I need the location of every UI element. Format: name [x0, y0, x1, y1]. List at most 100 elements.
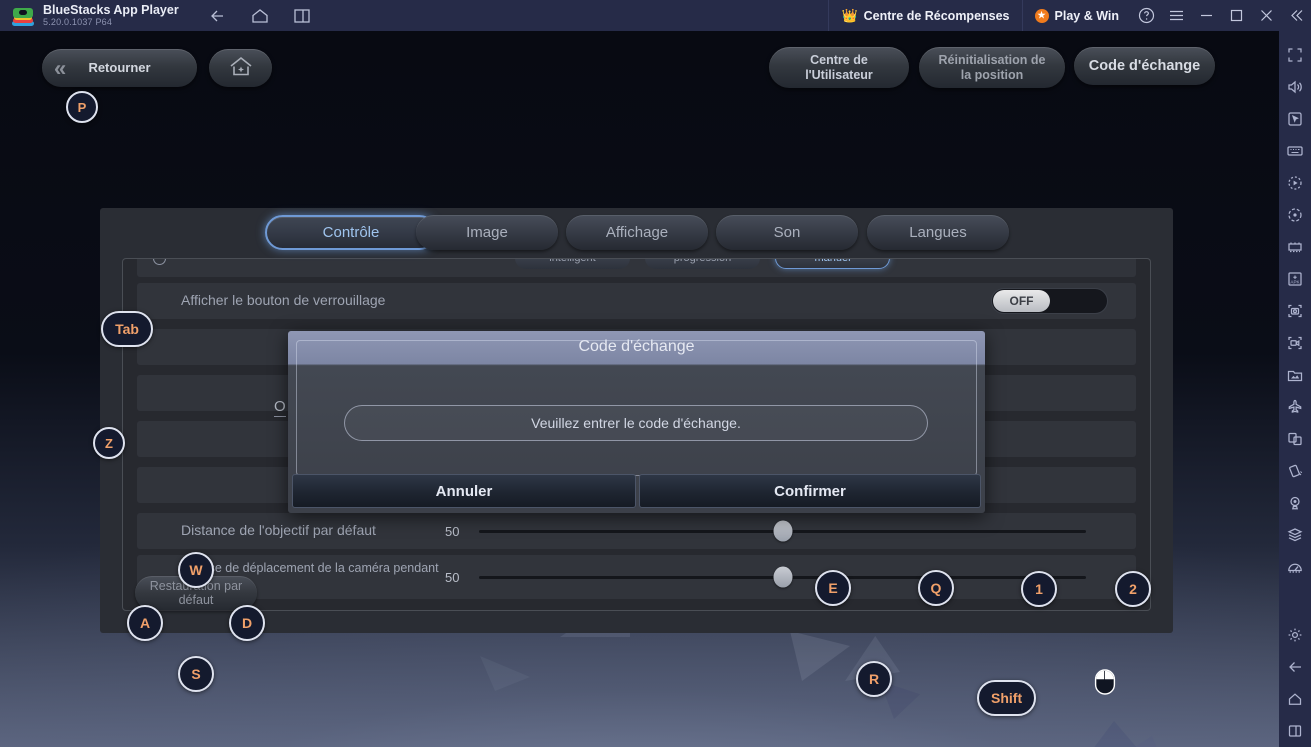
exploration-camera-speed-slider[interactable]: 50	[437, 566, 1092, 588]
fullscreen-icon[interactable]	[1279, 39, 1311, 71]
key-overlay-tab[interactable]: Tab	[101, 311, 153, 347]
collapse-icon[interactable]	[1281, 0, 1311, 31]
tab-image[interactable]: Image	[416, 215, 558, 250]
key-overlay-e[interactable]: E	[815, 570, 851, 606]
slider-track[interactable]	[479, 566, 1086, 588]
airplane-icon[interactable]	[1279, 391, 1311, 423]
default-objective-distance-slider[interactable]: 50	[437, 520, 1092, 542]
dialog-body: Veuillez entrer le code d'échange.	[296, 340, 977, 476]
record-video-icon[interactable]	[1279, 327, 1311, 359]
reset-position-label-line2: la position	[960, 67, 1024, 82]
chip-manuel[interactable]: manuel	[775, 259, 890, 269]
home-icon[interactable]	[249, 5, 271, 27]
decor-triangle	[1069, 721, 1150, 747]
rewards-center-label: Centre de Récompenses	[863, 8, 1010, 23]
star-badge-icon: ★	[1034, 8, 1049, 23]
slider-handle[interactable]	[773, 566, 792, 588]
setting-label-lock-button: Afficher le bouton de verrouillage	[181, 292, 386, 309]
key-overlay-r[interactable]: R	[856, 661, 892, 697]
tab-label: Contrôle	[322, 224, 380, 241]
key-overlay-label: E	[828, 580, 838, 596]
media-manager-icon[interactable]	[1279, 359, 1311, 391]
key-overlay-label: Q	[930, 580, 942, 596]
exchange-code-button[interactable]: Code d'échange	[1074, 47, 1215, 85]
key-overlay-w[interactable]: W	[178, 552, 214, 588]
minimize-icon[interactable]	[1191, 0, 1221, 31]
key-overlay-shift[interactable]: Shift	[977, 680, 1037, 716]
settings-tabbar: Contrôle Image Affichage Son Langues	[100, 208, 1173, 258]
exchange-code-input[interactable]: Veuillez entrer le code d'échange.	[344, 405, 928, 441]
multi-instance-icon[interactable]	[291, 5, 313, 27]
user-center-button[interactable]: Centre de l'Utilisateur	[769, 47, 909, 88]
tab-label: Image	[466, 224, 508, 241]
mouse-icon[interactable]	[1094, 669, 1116, 695]
tab-langues[interactable]: Langues	[867, 215, 1009, 250]
tab-son[interactable]: Son	[716, 215, 858, 250]
maximize-icon[interactable]	[1221, 0, 1251, 31]
layers-icon[interactable]	[1279, 519, 1311, 551]
key-overlay-z[interactable]: Z	[93, 427, 125, 459]
multi-instance-manager-icon[interactable]	[1279, 231, 1311, 263]
app-title: BlueStacks App Player	[43, 3, 179, 17]
back-button[interactable]: « Retourner	[42, 49, 197, 87]
key-overlay-label: R	[868, 671, 880, 687]
back-arrow-icon[interactable]	[207, 5, 229, 27]
game-viewport[interactable]: « Retourner Centre de l'Utilisateur Réin…	[0, 31, 1279, 747]
right-sidebar: APK	[1279, 31, 1311, 747]
shake-icon[interactable]	[1279, 455, 1311, 487]
close-icon[interactable]	[1251, 0, 1281, 31]
back-button-label: Retourner	[88, 59, 151, 75]
table-row[interactable]: Afficher le bouton de verrouillage OFF	[137, 283, 1136, 319]
key-overlay-q[interactable]: Q	[918, 570, 954, 606]
macro-record-icon[interactable]	[1279, 167, 1311, 199]
key-overlay-1[interactable]: 1	[1021, 571, 1057, 607]
confirm-button[interactable]: Confirmer	[639, 474, 981, 508]
radio-icon[interactable]	[153, 259, 166, 265]
chip-progression[interactable]: progression	[645, 259, 760, 269]
toggle-state-label: OFF	[993, 290, 1050, 312]
tab-controle[interactable]: Contrôle	[265, 215, 437, 250]
decor-triangle	[790, 631, 850, 681]
rotate-icon[interactable]	[1279, 199, 1311, 231]
install-apk-icon[interactable]: APK	[1279, 263, 1311, 295]
key-overlay-label: D	[241, 615, 253, 631]
cancel-button-label: Annuler	[435, 482, 493, 500]
volume-icon[interactable]	[1279, 71, 1311, 103]
key-overlay-p[interactable]: P	[66, 91, 98, 123]
key-overlay-d[interactable]: D	[229, 605, 265, 641]
back-arrow-icon[interactable]	[1279, 651, 1311, 683]
keyboard-icon[interactable]	[1279, 135, 1311, 167]
menu-icon[interactable]	[1161, 0, 1191, 31]
slider-value: 50	[445, 523, 460, 539]
key-overlay-2[interactable]: 2	[1115, 571, 1151, 607]
performance-icon[interactable]	[1279, 551, 1311, 583]
copy-icon[interactable]	[1279, 423, 1311, 455]
setting-label-default-objective-distance: Distance de l'objectif par défaut	[181, 522, 376, 539]
lock-button-toggle[interactable]: OFF	[991, 288, 1108, 314]
table-row[interactable]: intelligent progression manuel	[137, 259, 1136, 277]
tab-affichage[interactable]: Affichage	[566, 215, 708, 250]
play-and-win-button[interactable]: ★ Play & Win	[1021, 0, 1131, 31]
key-overlay-s[interactable]: S	[178, 656, 214, 692]
table-row[interactable]: Vitesse de déplacement de la caméra pend…	[137, 555, 1136, 599]
app-version: 5.20.0.1037 P64	[43, 17, 113, 27]
location-icon[interactable]	[1279, 487, 1311, 519]
screenshot-icon[interactable]	[1279, 295, 1311, 327]
settings-icon[interactable]	[1279, 619, 1311, 651]
chip-intelligent[interactable]: intelligent	[515, 259, 630, 269]
cancel-button[interactable]: Annuler	[292, 474, 636, 508]
slider-track[interactable]	[479, 520, 1086, 542]
exchange-code-label: Code d'échange	[1088, 57, 1201, 74]
slider-handle[interactable]	[773, 520, 792, 542]
game-home-button[interactable]	[209, 49, 272, 87]
rewards-center-button[interactable]: 👑 Centre de Récompenses	[828, 0, 1021, 31]
slider-value: 50	[445, 569, 460, 585]
restore-default-label-line2: défaut	[178, 593, 214, 607]
help-icon[interactable]	[1131, 0, 1161, 31]
cursor-icon[interactable]	[1279, 103, 1311, 135]
reset-position-button[interactable]: Réinitialisation de la position	[919, 47, 1065, 88]
table-row[interactable]: Distance de l'objectif par défaut 50	[137, 513, 1136, 549]
recents-icon[interactable]	[1279, 715, 1311, 747]
key-overlay-a[interactable]: A	[127, 605, 163, 641]
home-icon[interactable]	[1279, 683, 1311, 715]
